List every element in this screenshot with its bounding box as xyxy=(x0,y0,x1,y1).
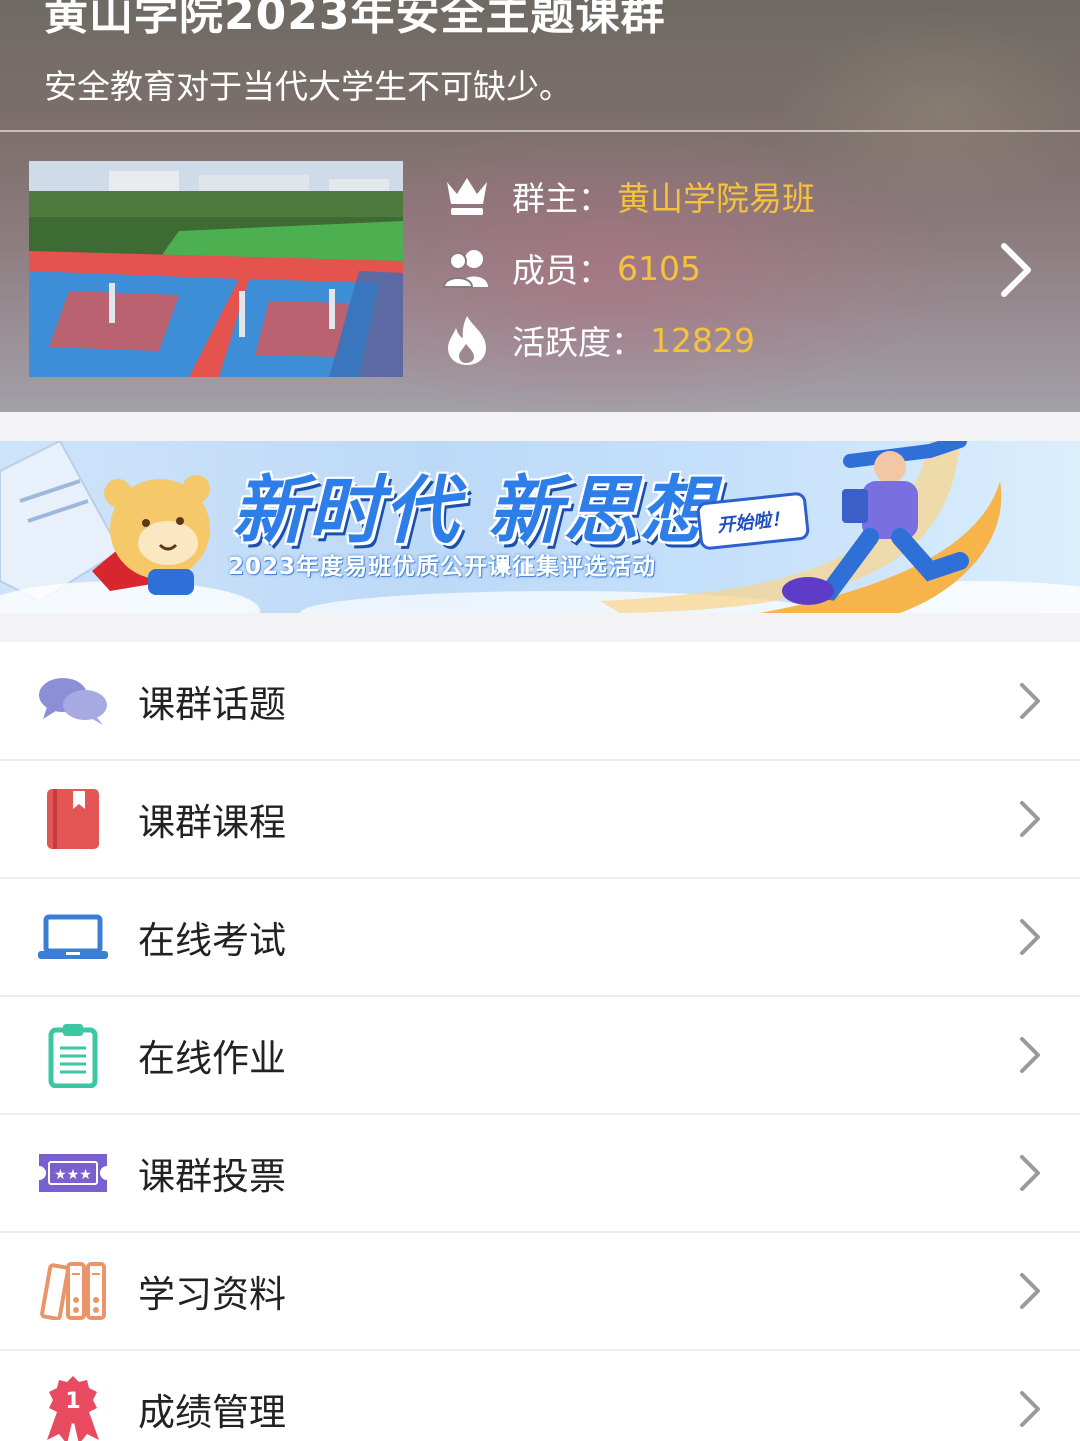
menu-label: 课群投票 xyxy=(138,1155,286,1198)
chevron-right-icon xyxy=(1016,1389,1044,1429)
ticket-icon: ★★★ xyxy=(36,1136,110,1210)
group-description: 安全教育对于当代大学生不可缺少。 xyxy=(44,67,572,106)
banner-headline: 新时代 新思想 xyxy=(232,468,716,554)
owner-name: 黄山学院易班 xyxy=(617,179,815,218)
menu-label: 在线考试 xyxy=(138,919,286,962)
menu-label: 学习资料 xyxy=(138,1273,286,1316)
clipboard-icon xyxy=(36,1018,110,1092)
activity-label: 活跃度： xyxy=(512,323,644,362)
menu-item-vote[interactable]: ★★★ 课群投票 xyxy=(0,1114,1080,1232)
menu-label: 在线作业 xyxy=(138,1037,286,1080)
svg-text:★★★: ★★★ xyxy=(54,1167,92,1183)
laptop-icon xyxy=(36,900,110,974)
medal-icon: 1 xyxy=(36,1372,110,1441)
menu-label: 课群课程 xyxy=(138,801,286,844)
promo-banner[interactable]: 新时代 新思想 开始啦！ 2023年度易班优质公开课征集评选活动 xyxy=(0,441,1080,613)
members-icon xyxy=(442,243,492,293)
menu-item-exams[interactable]: 在线考试 xyxy=(0,878,1080,996)
chevron-right-icon xyxy=(1016,1271,1044,1311)
menu-label: 课群话题 xyxy=(138,683,286,726)
group-cover-image xyxy=(29,161,403,377)
chevron-right-icon xyxy=(1016,1035,1044,1075)
menu-label: 成绩管理 xyxy=(138,1391,286,1434)
owner-label: 群主： xyxy=(512,179,611,218)
group-title: 黄山学院2023年安全主题课群 xyxy=(44,0,666,40)
menu-item-materials[interactable]: 学习资料 xyxy=(0,1232,1080,1350)
crown-icon xyxy=(442,171,492,221)
carousel-dot-1[interactable] xyxy=(497,561,509,573)
carousel-dots xyxy=(497,561,533,573)
menu-item-grades[interactable]: 1 成绩管理 xyxy=(0,1350,1080,1441)
book-icon xyxy=(36,782,110,856)
svg-text:1: 1 xyxy=(65,1389,80,1414)
binders-icon xyxy=(36,1254,110,1328)
menu-item-topics[interactable]: 课群话题 xyxy=(0,642,1080,760)
feature-menu: 课群话题 课群课程 在线考试 在线作业 ★★★ 课群投票 学习资料 1 成绩管理 xyxy=(0,642,1080,1441)
menu-item-courses[interactable]: 课群课程 xyxy=(0,760,1080,878)
chevron-right-icon xyxy=(1016,1153,1044,1193)
chevron-right-icon xyxy=(1016,917,1044,957)
header-divider xyxy=(0,130,1080,132)
chevron-right-icon[interactable] xyxy=(990,238,1040,302)
fire-icon xyxy=(442,315,492,365)
members-count: 6105 xyxy=(617,248,701,288)
activity-row: 活跃度： 12829 xyxy=(442,310,755,370)
banner-subtitle: 2023年度易班优质公开课征集评选活动 xyxy=(228,554,657,580)
chevron-right-icon xyxy=(1016,681,1044,721)
chat-bubbles-icon xyxy=(36,664,110,738)
course-group-header: 黄山学院2023年安全主题课群 安全教育对于当代大学生不可缺少。 群主： 黄山学… xyxy=(0,0,1080,412)
menu-item-homework[interactable]: 在线作业 xyxy=(0,996,1080,1114)
carousel-dot-2[interactable] xyxy=(521,561,533,573)
activity-score: 12829 xyxy=(650,320,755,360)
chevron-right-icon xyxy=(1016,799,1044,839)
members-row: 成员： 6105 xyxy=(442,238,701,298)
members-label: 成员： xyxy=(512,251,611,290)
owner-row: 群主： 黄山学院易班 xyxy=(442,166,815,226)
